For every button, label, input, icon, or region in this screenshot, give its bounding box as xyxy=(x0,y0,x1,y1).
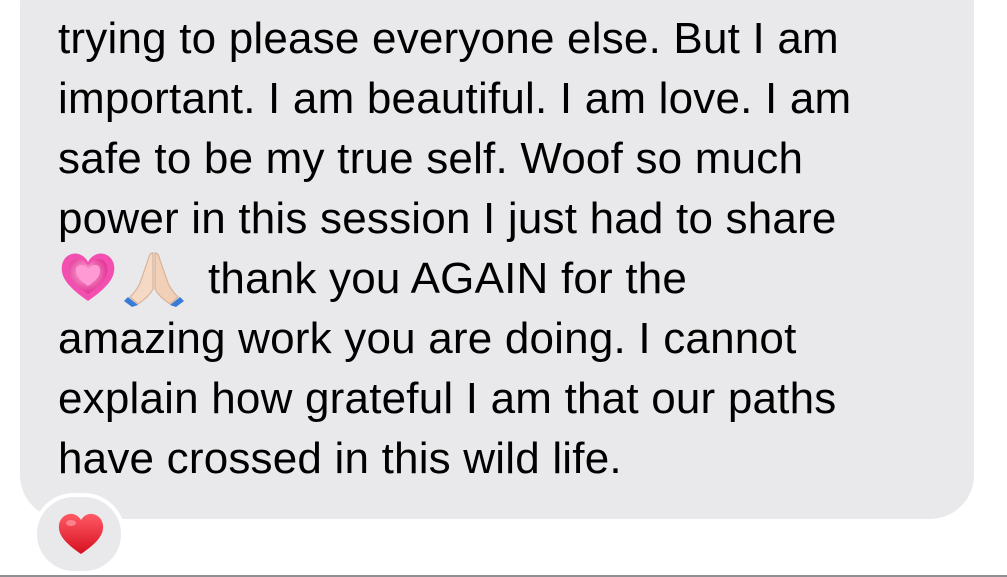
message-line: safe to be my true self. Woof so much xyxy=(58,134,804,183)
message-line: amazing work you are doing. I cannot xyxy=(58,314,797,363)
message-line-with-emojis: thank you AGAIN for the xyxy=(58,247,687,309)
message-line: important. I am beautiful. I am love. I … xyxy=(58,74,852,123)
message-line: trying to please everyone else. But I am xyxy=(58,14,839,63)
reaction-badge[interactable] xyxy=(33,493,125,575)
folded-hands-icon xyxy=(124,247,184,308)
message-line: have crossed in this wild life. xyxy=(58,434,622,483)
red-heart-icon xyxy=(57,512,105,561)
message-line: power in this session I just had to shar… xyxy=(58,194,837,243)
message-line: thank you AGAIN for the xyxy=(208,254,688,303)
message-line: explain how grateful I am that our paths xyxy=(58,374,837,423)
message-thread: trying to please everyone else. But I am… xyxy=(0,0,1007,577)
growing-heart-icon xyxy=(58,247,118,307)
